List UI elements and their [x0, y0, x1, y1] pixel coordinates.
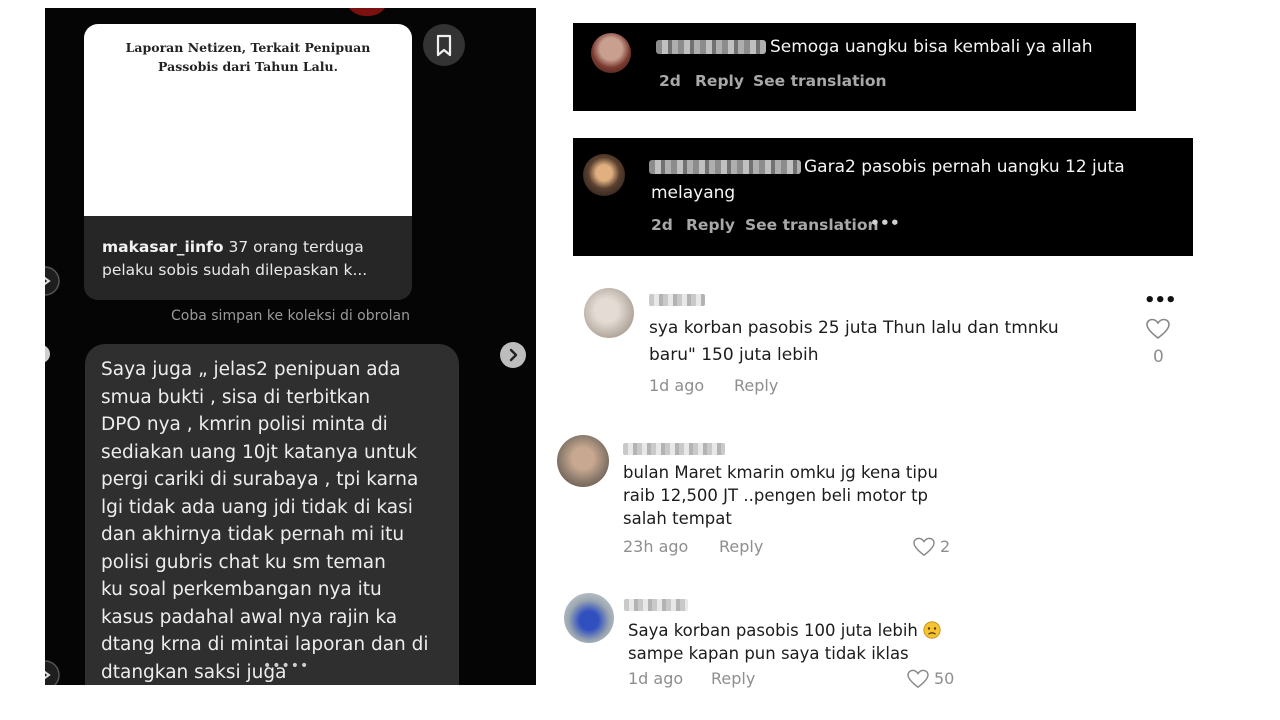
chat-screenshot: Laporan Netizen, Terkait Penipuan Passob… — [45, 8, 536, 685]
comment-time: 2d — [659, 72, 681, 90]
more-icon[interactable]: ••• — [870, 214, 900, 232]
reply-button[interactable]: Reply — [734, 376, 778, 395]
blurred-username — [623, 443, 725, 455]
avatar[interactable] — [584, 288, 634, 338]
heart-icon — [907, 669, 929, 689]
heart-icon — [913, 537, 935, 557]
comment-text-line1: Saya korban pasobis 100 juta lebih — [628, 619, 941, 642]
blurred-username — [649, 294, 705, 306]
like-button[interactable] — [907, 669, 929, 693]
message-bubble: Saya juga „ jelas2 penipuan ada smua buk… — [85, 344, 459, 685]
heart-icon — [1146, 318, 1170, 340]
blurred-username — [624, 599, 688, 611]
bookmark-icon — [436, 34, 452, 57]
post-username[interactable]: makasar_iinfo — [102, 238, 224, 256]
comment-light-3: Saya korban pasobis 100 juta lebih sampe… — [560, 585, 980, 695]
reply-button[interactable]: Reply — [711, 669, 755, 688]
message-text: Saya juga „ jelas2 penipuan ada smua buk… — [101, 359, 429, 683]
see-translation-button[interactable]: See translation — [753, 72, 887, 90]
see-translation-button[interactable]: See translation — [745, 216, 879, 234]
sad-face-emoji — [923, 621, 941, 639]
side-arrow-icon — [45, 344, 53, 364]
comment-text-line2: sampe kapan pun saya tidak iklas — [628, 644, 909, 663]
comment-light-2: bulan Maret kmarin omku jg kena tipu rai… — [555, 425, 975, 565]
forward-icon-bottom[interactable] — [45, 660, 63, 685]
cropped-avatar — [345, 8, 389, 16]
reply-button[interactable]: Reply — [686, 216, 735, 234]
like-button[interactable] — [913, 537, 935, 561]
comment-text-line3: salah tempat — [623, 509, 732, 528]
comment-time: 23h ago — [623, 537, 689, 556]
avatar[interactable] — [564, 593, 614, 643]
comment-light-1: sya korban pasobis 25 juta Thun lalu dan… — [575, 280, 1185, 410]
blurred-username — [649, 160, 801, 174]
comment-text-line1: Gara2 pasobis pernah uangku 12 juta — [804, 157, 1125, 177]
page-dots: ••••• — [263, 658, 310, 674]
shared-post-card[interactable]: Laporan Netizen, Terkait Penipuan Passob… — [84, 24, 412, 300]
comment-text-line2: baru" 150 juta lebih — [649, 345, 819, 365]
chevron-right-icon — [509, 348, 518, 362]
bookmark-button[interactable] — [423, 24, 465, 66]
like-count: 0 — [1153, 347, 1164, 367]
comment-text: Saya korban pasobis 100 juta lebih — [628, 621, 918, 640]
reply-button[interactable]: Reply — [695, 72, 744, 90]
comment-text-line1: sya korban pasobis 25 juta Thun lalu dan… — [649, 318, 1059, 338]
next-button[interactable] — [500, 342, 526, 368]
post-image-title: Laporan Netizen, Terkait Penipuan Passob… — [125, 40, 371, 74]
comment-dark-1: Semoga uangku bisa kembali ya allah 2d R… — [573, 23, 1136, 111]
comment-text-line2: raib 12,500 JT ..pengen beli motor tp — [623, 486, 929, 505]
forward-icon[interactable] — [45, 266, 63, 296]
blurred-username — [656, 40, 766, 54]
avatar[interactable] — [583, 154, 625, 196]
comment-text-line1: bulan Maret kmarin omku jg kena tipu — [623, 463, 938, 482]
avatar[interactable] — [557, 435, 609, 487]
like-count: 50 — [934, 669, 955, 688]
save-hint: Coba simpan ke koleksi di obrolan — [171, 308, 410, 324]
like-count: 2 — [940, 537, 951, 556]
comment-time: 1d ago — [649, 376, 705, 395]
post-image: Laporan Netizen, Terkait Penipuan Passob… — [84, 24, 412, 216]
avatar[interactable] — [591, 33, 631, 73]
comment-text-line2: melayang — [651, 183, 736, 203]
reply-button[interactable]: Reply — [719, 537, 763, 556]
comment-text: Semoga uangku bisa kembali ya allah — [770, 37, 1093, 57]
comment-dark-2: Gara2 pasobis pernah uangku 12 juta mela… — [573, 138, 1193, 256]
comment-time: 1d ago — [628, 669, 684, 688]
like-button[interactable] — [1146, 318, 1170, 344]
comment-time: 2d — [651, 216, 673, 234]
more-icon[interactable]: ••• — [1144, 290, 1177, 311]
post-caption: makasar_iinfo 37 orang terduga pelaku so… — [102, 236, 402, 282]
